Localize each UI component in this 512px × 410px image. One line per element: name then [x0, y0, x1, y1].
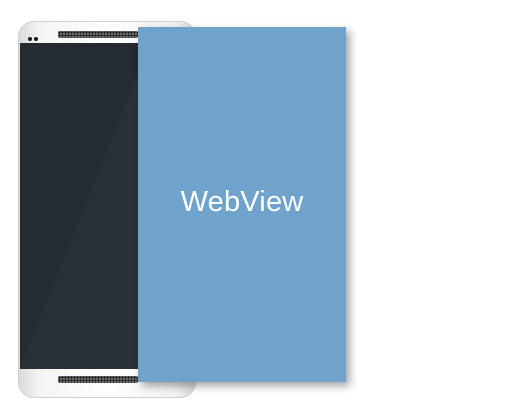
webview-panel[interactable]: WebView: [138, 27, 346, 382]
top-speaker-grille-icon: [58, 31, 138, 38]
illustration-stage: < WebView: [0, 0, 512, 410]
bottom-speaker-grille-icon: [58, 376, 138, 383]
webview-label: WebView: [180, 185, 304, 218]
camera-icon: [28, 37, 38, 41]
